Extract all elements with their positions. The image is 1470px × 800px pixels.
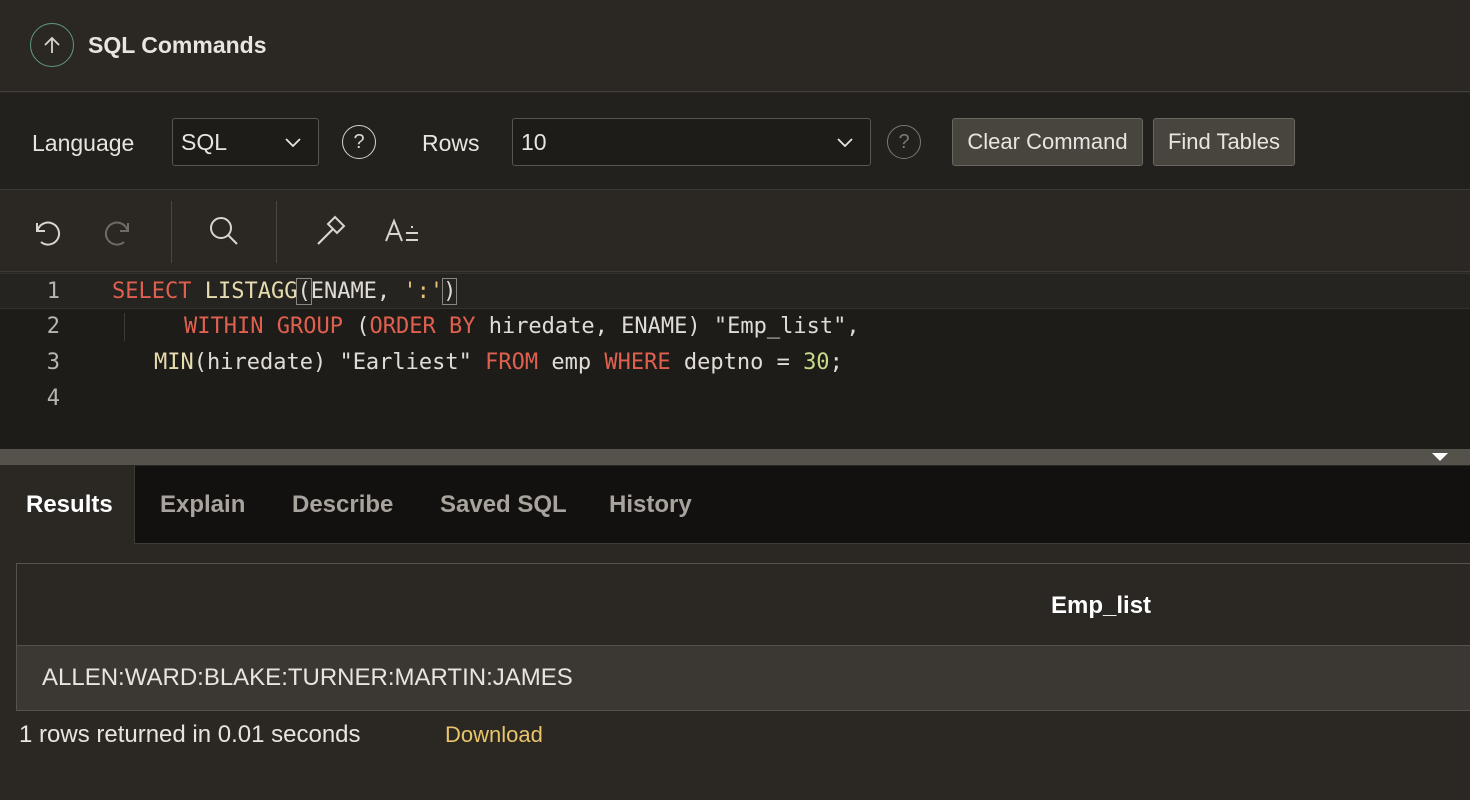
code-text: MIN(hiredate) "Earliest" FROM emp WHERE …: [154, 350, 843, 375]
rows-select[interactable]: 10: [512, 118, 871, 166]
page-title: SQL Commands: [88, 32, 267, 58]
column-header-emp-list[interactable]: Emp_list: [1051, 592, 1151, 620]
tab-history[interactable]: History: [609, 466, 692, 544]
rows-label: Rows: [422, 130, 480, 156]
result-status: 1 rows returned in 0.01 seconds: [19, 721, 361, 748]
toolbar-divider: [171, 201, 172, 263]
code-line: 4: [0, 381, 1470, 417]
code-line: 1 SELECT LISTAGG(ENAME, ':'): [0, 273, 1470, 309]
tab-explain[interactable]: Explain: [160, 466, 245, 544]
results-panel: Emp_list ALLEN:WARD:BLAKE:TURNER:MARTIN:…: [0, 545, 1470, 800]
line-number: 2: [46, 314, 60, 339]
redo-icon[interactable]: [98, 211, 138, 251]
command-toolbar: Language SQL ? Rows 10 ? Clear Command F…: [0, 93, 1470, 190]
arrow-up-icon[interactable]: [30, 23, 74, 67]
hammer-icon[interactable]: [310, 211, 350, 251]
editor-toolbar: [0, 191, 1470, 272]
tab-saved-sql[interactable]: Saved SQL: [440, 466, 567, 544]
find-tables-button[interactable]: Find Tables: [1153, 118, 1295, 166]
tab-describe[interactable]: Describe: [292, 466, 393, 544]
text-format-icon[interactable]: [383, 211, 423, 251]
chevron-down-icon: [837, 138, 853, 148]
page-header: SQL Commands: [0, 0, 1470, 92]
result-tabs: Results Explain Describe Saved SQL Histo…: [0, 466, 1470, 544]
toolbar-divider: [276, 201, 277, 263]
language-select[interactable]: SQL: [172, 118, 319, 166]
collapse-icon[interactable]: [1432, 453, 1448, 461]
pane-splitter[interactable]: [0, 449, 1470, 465]
sql-commands-app: SQL Commands Language SQL ? Rows 10 ? Cl…: [0, 0, 1470, 800]
indent-guide: [124, 313, 125, 341]
language-label: Language: [32, 130, 135, 156]
code-line: 2 WITHIN GROUP (ORDER BY hiredate, ENAME…: [0, 309, 1470, 345]
code-text: WITHIN GROUP (ORDER BY hiredate, ENAME) …: [184, 314, 860, 339]
language-select-value: SQL: [181, 128, 228, 155]
tab-results[interactable]: Results: [0, 466, 135, 544]
table-row: ALLEN:WARD:BLAKE:TURNER:MARTIN:JAMES: [17, 646, 1470, 710]
search-icon[interactable]: [204, 211, 244, 251]
help-icon[interactable]: ?: [342, 125, 376, 159]
line-number: 4: [46, 386, 60, 411]
download-link[interactable]: Download: [445, 722, 543, 748]
code-text: SELECT LISTAGG(ENAME, ':'): [112, 278, 458, 305]
table-cell: ALLEN:WARD:BLAKE:TURNER:MARTIN:JAMES: [42, 664, 573, 691]
line-number: 1: [46, 279, 60, 304]
undo-icon[interactable]: [27, 211, 67, 251]
line-number: 3: [46, 350, 60, 375]
rows-select-value: 10: [521, 128, 547, 155]
clear-command-button[interactable]: Clear Command: [952, 118, 1143, 166]
results-grid: Emp_list ALLEN:WARD:BLAKE:TURNER:MARTIN:…: [16, 563, 1470, 711]
chevron-down-icon: [285, 138, 301, 148]
code-line: 3 MIN(hiredate) "Earliest" FROM emp WHER…: [0, 345, 1470, 381]
grid-header: Emp_list: [17, 564, 1470, 646]
help-icon[interactable]: ?: [887, 125, 921, 159]
sql-code-editor[interactable]: 1 SELECT LISTAGG(ENAME, ':') 2 WITHIN GR…: [0, 273, 1470, 449]
